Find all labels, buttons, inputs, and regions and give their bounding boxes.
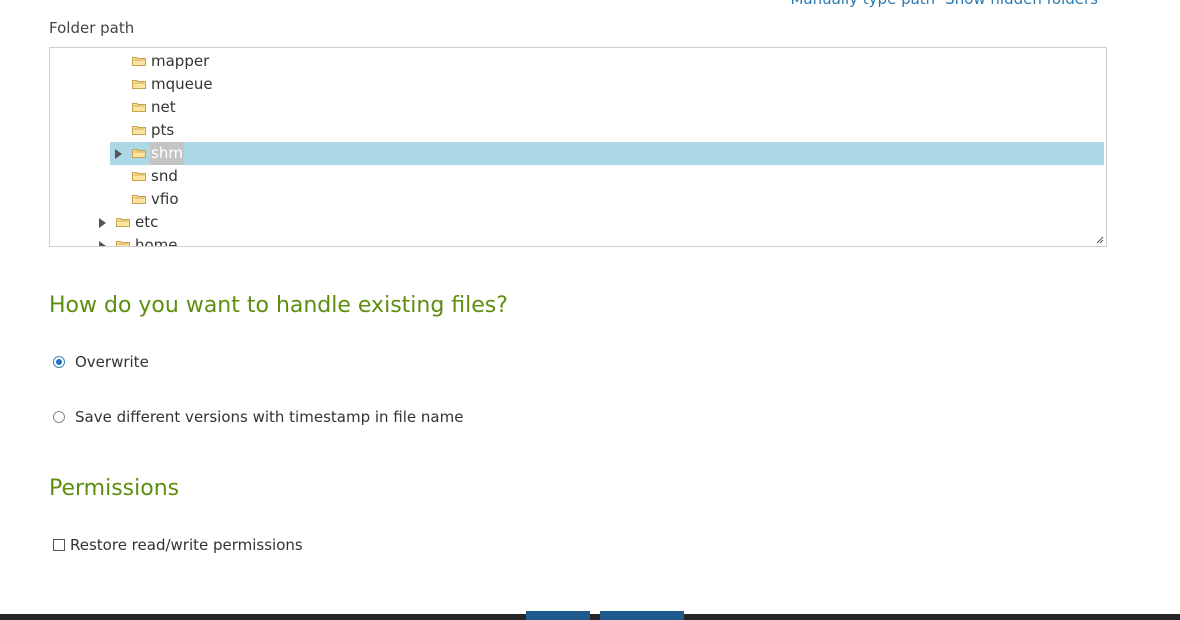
restore-permissions-label: Restore read/write permissions — [70, 536, 303, 554]
secondary-action-button[interactable] — [600, 611, 684, 620]
tree-item-label: vfio — [151, 190, 179, 208]
timestamp-versions-label: Save different versions with timestamp i… — [75, 408, 464, 426]
tree-item-label: etc — [135, 213, 159, 231]
top-links: Manually type path Show hidden folders — [790, 0, 1098, 8]
restore-settings-page: Manually type path Show hidden folders Fo… — [0, 0, 1180, 620]
tree-item-snd[interactable]: snd — [130, 165, 1104, 188]
tree-item-label: home — [135, 236, 178, 247]
folder-icon — [132, 80, 146, 89]
folder-icon — [132, 172, 146, 181]
folder-icon — [132, 149, 146, 158]
overwrite-radio[interactable] — [53, 356, 65, 368]
folder-icon — [116, 241, 130, 246]
permissions-heading: Permissions — [49, 476, 180, 501]
tree-item-vfio[interactable]: vfio — [130, 188, 1104, 211]
folder-tree[interactable]: mapper mqueue net pts shm snd vfio etc h… — [49, 47, 1107, 247]
expand-arrow-icon[interactable] — [99, 241, 106, 246]
tree-item-home[interactable]: home — [94, 234, 1104, 247]
folder-icon — [132, 126, 146, 135]
tree-item-shm[interactable]: shm — [110, 142, 1104, 165]
show-hidden-folders-link[interactable]: Show hidden folders — [945, 0, 1098, 8]
restore-permissions-checkbox[interactable] — [53, 539, 65, 551]
folder-path-label: Folder path — [49, 19, 135, 37]
folder-icon — [132, 103, 146, 112]
expand-arrow-icon[interactable] — [115, 149, 122, 159]
tree-item-label: mqueue — [151, 75, 213, 93]
timestamp-versions-option[interactable]: Save different versions with timestamp i… — [53, 408, 463, 426]
tree-item-label: mapper — [151, 52, 210, 70]
tree-item-net[interactable]: net — [130, 96, 1104, 119]
folder-icon — [132, 195, 146, 204]
overwrite-option[interactable]: Overwrite — [53, 353, 149, 371]
tree-item-pts[interactable]: pts — [130, 119, 1104, 142]
restore-permissions-option[interactable]: Restore read/write permissions — [53, 536, 303, 554]
tree-item-label: shm — [150, 142, 184, 165]
tree-item-mapper[interactable]: mapper — [130, 50, 1104, 73]
overwrite-label: Overwrite — [75, 353, 149, 371]
tree-item-etc[interactable]: etc — [94, 211, 1104, 234]
existing-files-heading: How do you want to handle existing files… — [49, 293, 508, 318]
tree-item-label: pts — [151, 121, 175, 139]
tree-item-label: net — [151, 98, 176, 116]
tree-item-label: snd — [151, 167, 178, 185]
expand-arrow-icon[interactable] — [99, 218, 106, 228]
primary-action-button[interactable] — [526, 611, 590, 620]
tree-item-mqueue[interactable]: mqueue — [130, 73, 1104, 96]
folder-icon — [132, 57, 146, 66]
timestamp-versions-radio[interactable] — [53, 411, 65, 423]
manually-type-path-link[interactable]: Manually type path — [790, 0, 935, 8]
bottom-action-bar — [0, 614, 1180, 620]
folder-icon — [116, 218, 130, 227]
resize-grip-icon[interactable] — [1096, 236, 1104, 244]
